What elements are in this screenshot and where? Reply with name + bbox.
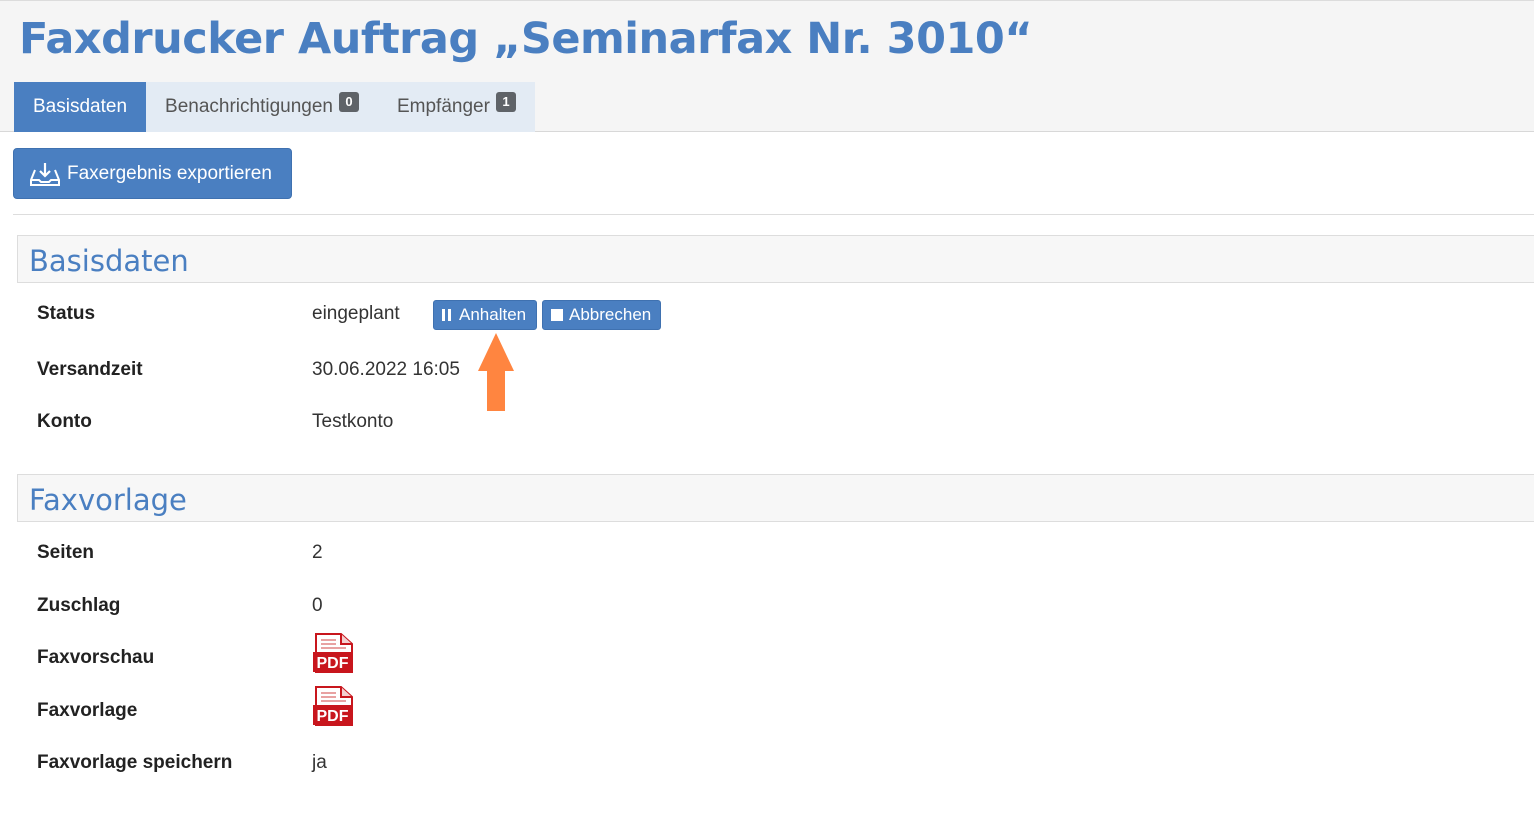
cancel-label: Abbrechen — [569, 305, 652, 324]
arrow-up-icon — [478, 333, 514, 411]
tab-label: Empfänger — [396, 96, 490, 117]
zuschlag-value: 0 — [312, 595, 323, 616]
section-title: Faxvorlage — [29, 483, 187, 517]
cancel-button[interactable]: Abbrechen — [542, 300, 661, 330]
faxvorschau-label: Faxvorschau — [37, 647, 155, 668]
page-title: Faxdrucker Auftrag „Seminarfax Nr. 3010“ — [19, 14, 1033, 64]
pause-button[interactable]: Anhalten — [433, 300, 537, 330]
tab-empfaenger[interactable]: Empfänger 1 — [377, 82, 535, 132]
pause-icon — [442, 309, 451, 321]
stop-icon — [551, 309, 563, 321]
export-button[interactable]: Faxergebnis exportieren — [13, 148, 292, 199]
konto-value: Testkonto — [312, 411, 394, 432]
status-value: eingeplant — [312, 303, 400, 324]
export-label: Faxergebnis exportieren — [67, 162, 272, 184]
seiten-value: 2 — [312, 542, 323, 563]
section-header-basisdaten: Basisdaten — [17, 235, 1534, 283]
section-header-faxvorlage: Faxvorlage — [17, 474, 1534, 522]
status-label: Status — [37, 303, 96, 324]
count-badge: 1 — [495, 92, 516, 112]
divider — [13, 214, 1534, 215]
zuschlag-label: Zuschlag — [37, 595, 121, 616]
tab-label: Basisdaten — [33, 96, 128, 117]
speichern-value: ja — [312, 752, 327, 773]
section-title: Basisdaten — [29, 244, 189, 278]
tab-label: Benachrichtigungen — [165, 96, 333, 117]
tab-bar: Basisdaten Benachrichtigungen 0 Empfänge… — [14, 82, 535, 132]
tab-benachrichtigungen[interactable]: Benachrichtigungen 0 — [146, 82, 378, 132]
pdf-text: PDF — [317, 708, 349, 725]
speichern-label: Faxvorlage speichern — [37, 752, 233, 773]
faxvorlage-label: Faxvorlage — [37, 700, 138, 721]
pdf-icon[interactable]: PDF — [312, 633, 353, 673]
pdf-text: PDF — [317, 655, 349, 672]
pause-label: Anhalten — [459, 305, 527, 324]
count-badge: 0 — [338, 92, 359, 112]
tab-basisdaten[interactable]: Basisdaten — [14, 82, 147, 132]
pdf-icon[interactable]: PDF — [312, 686, 353, 726]
download-tray-icon — [30, 162, 60, 186]
versandzeit-value: 30.06.2022 16:05 — [312, 359, 460, 380]
konto-label: Konto — [37, 411, 92, 432]
seiten-label: Seiten — [37, 542, 95, 563]
versandzeit-label: Versandzeit — [37, 359, 143, 380]
